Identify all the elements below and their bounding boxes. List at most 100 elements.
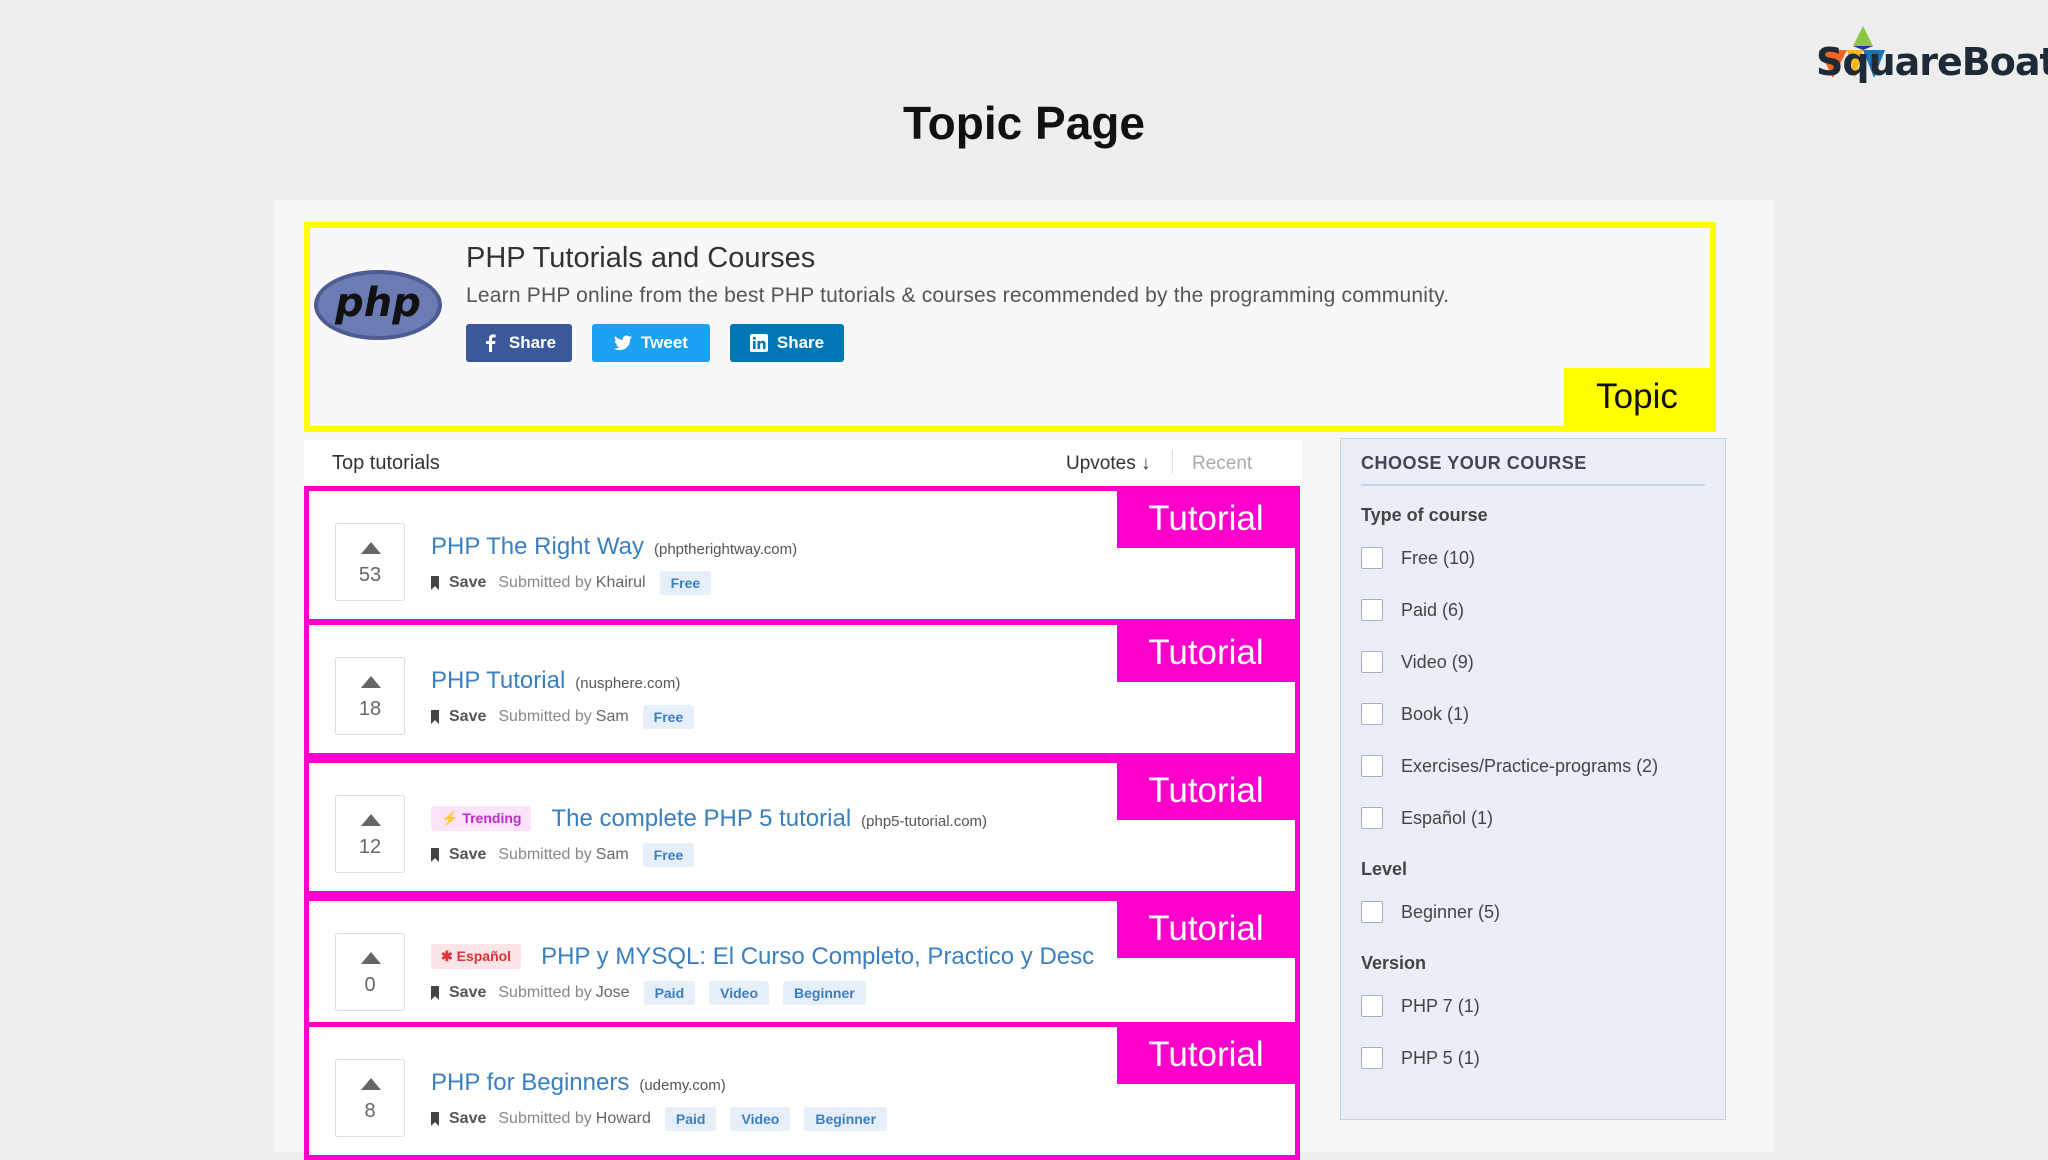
filter-checkbox[interactable] — [1361, 755, 1383, 777]
tutorial-title-link[interactable]: PHP The Right Way — [431, 533, 644, 561]
author-name[interactable]: Jose — [596, 984, 630, 1002]
vote-count: 8 — [364, 1100, 376, 1122]
upvote-button[interactable]: 12 — [335, 795, 405, 873]
vote-count: 53 — [358, 564, 382, 586]
tutorial-tag[interactable]: Beginner — [804, 1107, 888, 1131]
bookmark-icon[interactable] — [431, 848, 439, 862]
vote-count: 12 — [358, 836, 382, 858]
filter-option-label: Paid (6) — [1401, 599, 1465, 620]
tutorial-title-link[interactable]: PHP Tutorial — [431, 667, 565, 695]
upvote-arrow-icon — [361, 814, 381, 826]
filter-option-label: Free (10) — [1401, 547, 1476, 568]
tutorial-annotation-label: Tutorial — [1117, 624, 1295, 682]
upvote-button[interactable]: 8 — [335, 1059, 405, 1137]
tutorial-tag[interactable]: Paid — [643, 981, 696, 1005]
php-logo-icon: php — [314, 270, 442, 340]
filter-option[interactable]: Video (9) — [1361, 651, 1474, 673]
bookmark-icon[interactable] — [431, 1112, 439, 1126]
filter-option[interactable]: Free (10) — [1361, 547, 1475, 569]
upvote-button[interactable]: 0 — [335, 933, 405, 1011]
author-name[interactable]: Howard — [596, 1110, 651, 1128]
tutorial-tag[interactable]: Free — [642, 705, 695, 729]
upvote-arrow-icon — [361, 1078, 381, 1090]
filter-checkbox[interactable] — [1361, 651, 1383, 673]
bookmark-icon[interactable] — [431, 710, 439, 724]
twitter-tweet-label: Tweet — [641, 333, 688, 352]
facebook-share-button[interactable]: Share — [466, 324, 572, 362]
tutorial-domain: (nusphere.com) — [575, 675, 681, 692]
sidebar-divider — [1361, 484, 1705, 486]
topic-description: Learn PHP online from the best PHP tutor… — [466, 284, 1450, 307]
save-link[interactable]: Save — [449, 574, 486, 592]
author-name[interactable]: Sam — [596, 708, 629, 726]
tutorial-meta: Save Submitted by Howard Paid Video Beginner — [431, 1107, 901, 1131]
filter-checkbox[interactable] — [1361, 901, 1383, 923]
save-link[interactable]: Save — [449, 1110, 486, 1128]
tutorial-tag[interactable]: Beginner — [783, 981, 866, 1005]
bookmark-icon[interactable] — [431, 986, 439, 1000]
filter-checkbox[interactable] — [1361, 1047, 1383, 1069]
filter-checkbox[interactable] — [1361, 599, 1383, 621]
course-filter-sidebar: CHOOSE YOUR COURSE Type of course Free (1… — [1340, 438, 1726, 1120]
filter-option-label: Book (1) — [1401, 703, 1470, 724]
tutorial-tag[interactable]: Video — [709, 981, 770, 1005]
tutorial-row: 53 PHP The Right Way (phptherightway.com) S… — [304, 486, 1300, 624]
submitted-by-label: Submitted by — [498, 984, 592, 1001]
topic-header: php PHP Tutorials and Courses Learn PHP … — [304, 222, 1716, 432]
tutorial-title-link[interactable]: The complete PHP 5 tutorial — [551, 805, 851, 833]
save-link[interactable]: Save — [449, 846, 486, 864]
filter-group-label: Version — [1361, 953, 1427, 973]
filter-option[interactable]: Beginner (5) — [1361, 901, 1500, 923]
filter-option[interactable]: Paid (6) — [1361, 599, 1464, 621]
tutorial-row: 8 PHP for Beginners (udemy.com) Save Submitt… — [304, 1022, 1300, 1160]
filter-option[interactable]: PHP 7 (1) — [1361, 995, 1480, 1017]
filter-checkbox[interactable] — [1361, 995, 1383, 1017]
save-link[interactable]: Save — [449, 984, 486, 1002]
tutorial-meta: Save Submitted by Khairul Free — [431, 571, 725, 595]
tutorial-domain: (php5-tutorial.com) — [861, 813, 988, 830]
upvote-button[interactable]: 53 — [335, 523, 405, 601]
twitter-icon — [614, 335, 633, 351]
tutorial-annotation-label: Tutorial — [1117, 1026, 1295, 1084]
tutorial-tag[interactable]: Free — [642, 843, 695, 867]
submitted-by-label: Submitted by — [498, 708, 592, 725]
save-link[interactable]: Save — [449, 708, 486, 726]
language-badge: ✱ Español — [431, 944, 522, 969]
filter-option[interactable]: PHP 5 (1) — [1361, 1047, 1480, 1069]
tutorial-title-link[interactable]: PHP y MYSQL: El Curso Completo, Practico… — [541, 943, 1094, 971]
filter-option[interactable]: Book (1) — [1361, 703, 1469, 725]
sort-recent-link[interactable]: Recent — [1192, 453, 1252, 475]
topic-title: PHP Tutorials and Courses — [466, 242, 816, 274]
tutorial-tag[interactable]: Paid — [664, 1107, 717, 1131]
filter-option[interactable]: Español (1) — [1361, 807, 1493, 829]
php-logo-text: php — [334, 280, 421, 326]
filter-option-label: Español (1) — [1401, 807, 1494, 828]
filter-option[interactable]: Exercises/Practice-programs (2) — [1361, 755, 1658, 777]
upvote-button[interactable]: 18 — [335, 657, 405, 735]
author-name[interactable]: Sam — [596, 846, 629, 864]
twitter-tweet-button[interactable]: Tweet — [592, 324, 710, 362]
filter-checkbox[interactable] — [1361, 807, 1383, 829]
linkedin-share-label: Share — [776, 333, 825, 352]
author-name[interactable]: Khairul — [596, 574, 646, 592]
sort-divider — [1172, 450, 1173, 474]
tutorial-annotation-label: Tutorial — [1117, 762, 1295, 820]
filter-checkbox[interactable] — [1361, 703, 1383, 725]
sort-upvotes-link[interactable]: Upvotes ↓ — [1066, 453, 1150, 475]
linkedin-share-button[interactable]: Share — [730, 324, 844, 362]
tutorial-title-line: PHP The Right Way (phptherightway.com) — [431, 533, 797, 561]
tutorial-title-line: PHP for Beginners (udemy.com) — [431, 1069, 726, 1097]
tutorial-tag[interactable]: Video — [730, 1107, 791, 1131]
tutorial-meta: Save Submitted by Sam Free — [431, 705, 708, 729]
bookmark-icon[interactable] — [431, 576, 439, 590]
tutorial-tag[interactable]: Free — [659, 571, 712, 595]
tutorial-row: 0 ✱ Español PHP y MYSQL: El Curso Completo… — [304, 896, 1300, 1034]
upvote-arrow-icon — [361, 676, 381, 688]
tutorial-title-link[interactable]: PHP for Beginners — [431, 1069, 629, 1097]
submitted-by-label: Submitted by — [498, 574, 592, 591]
filter-checkbox[interactable] — [1361, 547, 1383, 569]
tutorial-meta: Save Submitted by Sam Free — [431, 843, 708, 867]
tutorial-title-line: ⚡ Trending The complete PHP 5 tutorial (ph… — [431, 805, 987, 834]
submitted-by-label: Submitted by — [498, 1110, 592, 1127]
sidebar-title: CHOOSE YOUR COURSE — [1361, 453, 1587, 473]
